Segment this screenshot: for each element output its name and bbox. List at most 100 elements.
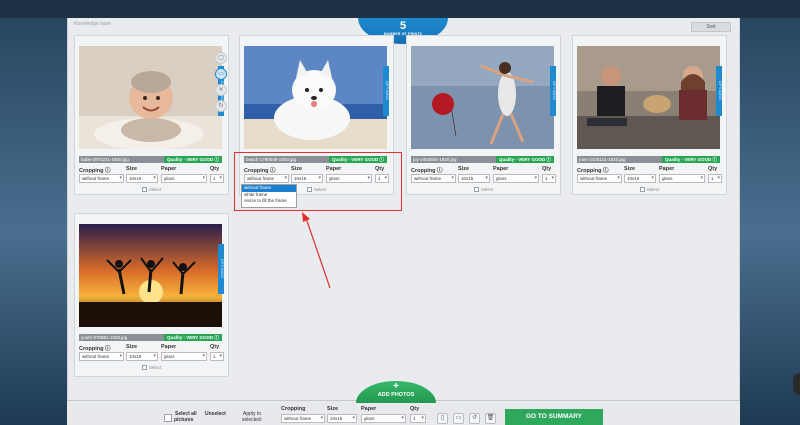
select-checkbox[interactable]: [141, 365, 147, 370]
photo-info-bar: joy-2483926-1920.jpg Quality - VERY GOOD…: [411, 156, 554, 163]
print-options: Cropping ⓘ Size Paper Qty without frame …: [79, 166, 226, 186]
paper-select[interactable]: gloss: [161, 174, 207, 183]
bulk-size-label: Size: [327, 406, 339, 412]
bulk-qty-label: Qty: [410, 406, 420, 412]
photo-filename: joy-2483926-1920.jpg: [413, 157, 457, 162]
photo-card: OPTIONS men-2425121-1920.jpg Quality - V…: [572, 35, 727, 195]
prints-count: 5: [399, 20, 407, 32]
rotate-icon[interactable]: ↻: [215, 100, 227, 112]
size-select[interactable]: 10x15: [126, 174, 158, 183]
quality-badge: Quality - VERY GOOD ⓘ: [495, 156, 554, 163]
qty-label: Qty: [210, 166, 220, 172]
photo-thumbnail-baby[interactable]: [79, 46, 222, 149]
paper-select[interactable]: gloss: [493, 174, 539, 183]
select-checkbox[interactable]: [473, 187, 479, 192]
bulk-cropping-select[interactable]: without frame: [281, 414, 325, 423]
paper-select[interactable]: gloss: [659, 174, 705, 183]
size-label: Size: [458, 166, 470, 172]
qty-stepper[interactable]: 1: [210, 352, 224, 361]
portrait-icon[interactable]: ▯: [437, 413, 448, 424]
plus-icon: +: [393, 381, 399, 392]
breadcrumb[interactable]: Knowledge base: [74, 21, 111, 27]
paper-label: Paper: [493, 166, 509, 172]
cropping-select[interactable]: without frame: [411, 174, 456, 183]
cropping-label: Cropping ⓘ: [577, 168, 609, 174]
photo-thumbnail-sunset[interactable]: [79, 224, 222, 327]
options-tab[interactable]: OPTIONS: [218, 244, 224, 294]
crop-icon[interactable]: ▢: [215, 52, 227, 64]
landscape-icon[interactable]: ▭: [453, 413, 464, 424]
qty-stepper[interactable]: 1: [708, 174, 722, 183]
rotate-icon[interactable]: ↺: [469, 413, 480, 424]
unselect-button[interactable]: Unselect: [205, 411, 226, 417]
bulk-size-select[interactable]: 10x15: [327, 414, 357, 423]
options-tab[interactable]: OPTIONS: [550, 66, 556, 116]
size-label: Size: [624, 166, 636, 172]
photo-card: OPTIONS youth-570881-1920.jpg Quality - …: [74, 213, 229, 377]
size-select[interactable]: 10x15: [624, 174, 656, 183]
photo-card: OPTIONS joy-2483926-1920.jpg Quality - V…: [406, 35, 561, 195]
trash-icon[interactable]: 🗑: [485, 413, 496, 424]
add-photos-button[interactable]: + ADD PHOTOS: [356, 381, 436, 403]
cropping-select[interactable]: without frame: [577, 174, 622, 183]
size-select[interactable]: 10x15: [458, 174, 490, 183]
select-checkbox[interactable]: [639, 187, 645, 192]
quality-badge: Quality - VERY GOOD ⓘ: [661, 156, 720, 163]
photo-filename: youth-570881-1920.jpg: [81, 335, 128, 340]
select-all-checkbox[interactable]: [164, 414, 172, 422]
print-options: Cropping ⓘ Size Paper Qty without frame …: [411, 166, 558, 186]
photo-thumbnail-dog[interactable]: [244, 46, 387, 149]
qty-label: Qty: [210, 344, 220, 350]
go-to-summary-button[interactable]: GO TO SUMMARY: [505, 409, 603, 425]
side-scroll-handle[interactable]: [793, 373, 800, 395]
size-label: Size: [126, 166, 138, 172]
options-tab[interactable]: OPTIONS: [716, 66, 722, 116]
apply-selected-label: selected:: [242, 417, 263, 423]
qty-stepper[interactable]: 1: [210, 174, 224, 183]
size-select[interactable]: 10x15: [126, 352, 158, 361]
photo-card: OPTIONS babe-2972221-1920.jpg Quality - …: [74, 35, 229, 195]
select-all-pictures-label: pictures: [174, 417, 194, 423]
cropping-label: Cropping ⓘ: [79, 168, 111, 174]
select-checkbox-row[interactable]: Select: [75, 187, 228, 192]
annotation-highlight-box: [234, 152, 402, 211]
select-checkbox-row[interactable]: Select: [407, 187, 560, 192]
cropping-select[interactable]: without frame: [79, 174, 124, 183]
quality-badge: Quality - VERY GOOD ⓘ: [163, 334, 222, 341]
bulk-paper-select[interactable]: gloss: [361, 414, 406, 423]
select-checkbox-row[interactable]: Select: [573, 187, 726, 192]
bulk-paper-label: Paper: [361, 406, 377, 412]
print-options: Cropping ⓘ Size Paper Qty without frame …: [577, 166, 724, 186]
quality-badge: Quality - VERY GOOD ⓘ: [163, 156, 222, 163]
qty-stepper[interactable]: 1: [542, 174, 556, 183]
paper-label: Paper: [161, 166, 177, 172]
qty-label: Qty: [542, 166, 552, 172]
photo-info-bar: youth-570881-1920.jpg Quality - VERY GOO…: [79, 334, 222, 341]
paper-select[interactable]: gloss: [161, 352, 207, 361]
bulk-cropping-label: Cropping: [281, 406, 306, 412]
top-bar: [0, 0, 800, 18]
photo-info-bar: babe-2972221-1920.jpg Quality - VERY GOO…: [79, 156, 222, 163]
select-checkbox[interactable]: [141, 187, 147, 192]
qty-label: Qty: [708, 166, 718, 172]
tools-icon[interactable]: ✕: [215, 84, 227, 96]
select-checkbox-row[interactable]: Select: [75, 365, 228, 370]
options-tab[interactable]: OPTIONS: [383, 66, 389, 116]
sort-button[interactable]: Sort: [691, 22, 731, 32]
photo-thumbnail-joy[interactable]: [411, 46, 554, 149]
cropping-select[interactable]: without frame: [79, 352, 124, 361]
annotation-arrow-icon: [302, 212, 331, 289]
photo-thumbnail-friends[interactable]: [577, 46, 720, 149]
cropping-label: Cropping ⓘ: [79, 346, 111, 352]
photo-info-bar: men-2425121-1920.jpg Quality - VERY GOOD…: [577, 156, 720, 163]
photo-tools: ▢ ▭ ✕ ↻: [215, 52, 229, 116]
photo-filename: men-2425121-1920.jpg: [579, 157, 626, 162]
paper-label: Paper: [161, 344, 177, 350]
size-label: Size: [126, 344, 138, 350]
photo-filename: babe-2972221-1920.jpg: [81, 157, 129, 162]
print-options: Cropping ⓘ Size Paper Qty without frame …: [79, 344, 226, 364]
bulk-qty-stepper[interactable]: 1: [410, 414, 426, 423]
cropping-label: Cropping ⓘ: [411, 168, 443, 174]
landscape-icon[interactable]: ▭: [215, 68, 227, 80]
paper-label: Paper: [659, 166, 675, 172]
